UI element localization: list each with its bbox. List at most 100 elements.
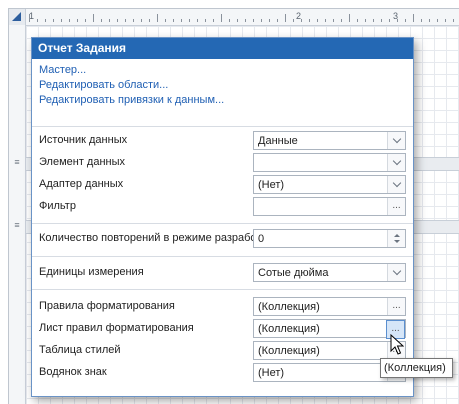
chevron-down-icon[interactable] (387, 154, 405, 171)
formatting-rule-sheet-field[interactable]: (Коллекция) ... (253, 319, 406, 339)
ruler-tick (277, 19, 278, 22)
smart-tag-panel: Отчет Задания Мастер... Редактировать об… (31, 37, 414, 397)
ruler-tick (149, 19, 150, 22)
ruler-tick (85, 19, 86, 22)
ruler-tick (237, 19, 238, 22)
property-label: Правила форматирования (39, 300, 175, 312)
ruler-tick (213, 19, 214, 22)
ruler-tick (165, 19, 166, 22)
ruler-tick (253, 19, 254, 22)
ruler-tick (93, 14, 94, 22)
ruler-tick (189, 19, 190, 22)
divider (32, 223, 413, 224)
ruler-tick (413, 14, 414, 22)
ruler-tick (269, 19, 270, 22)
ruler-tick (77, 19, 78, 22)
datasource-dropdown[interactable]: Данные (253, 131, 406, 150)
ruler-tick (109, 19, 110, 22)
formatting-rules-field[interactable]: (Коллекция) ... (253, 297, 406, 316)
ruler-tick (285, 14, 286, 22)
ruler-tick (293, 19, 294, 22)
ruler-tick (197, 19, 198, 22)
ruler-tick (437, 19, 438, 22)
design-count-spinner[interactable]: 0 (253, 229, 406, 248)
ellipsis-button[interactable]: ... (387, 198, 405, 215)
property-row-formatting-rules: Правила форматирования (Коллекция) ... (32, 296, 413, 318)
ruler-tick (261, 19, 262, 22)
ruler-tick (341, 19, 342, 22)
property-label: Элемент данных (39, 156, 126, 168)
panel-title: Отчет Задания (32, 38, 413, 59)
ruler-corner[interactable] (9, 9, 26, 25)
property-value: (Коллекция) (258, 323, 320, 335)
divider (32, 126, 413, 127)
property-row-adapter: Адаптер данных (Нет) (32, 174, 413, 196)
ruler-tick (317, 19, 318, 22)
ruler-tick (125, 19, 126, 22)
ruler-tick (53, 19, 54, 22)
ruler-tick (61, 19, 62, 22)
ruler-tick (205, 19, 206, 22)
ruler-tick (45, 19, 46, 22)
ruler-tick (381, 19, 382, 22)
ruler-tick (157, 14, 158, 22)
ruler-tick (221, 14, 222, 22)
property-row-datasource: Источник данных Данные (32, 130, 413, 152)
property-row-datamember: Элемент данных (32, 152, 413, 174)
ruler-tick (69, 19, 70, 22)
divider (32, 256, 413, 257)
ruler-tick (117, 19, 118, 22)
ruler-tick (389, 19, 390, 22)
property-row-formatting-rule-sheet: Лист правил форматирования (Коллекция) .… (32, 318, 413, 340)
wizard-link[interactable]: Мастер... (39, 63, 413, 78)
ruler-tick (301, 19, 302, 22)
divider (32, 289, 413, 290)
edit-bands-link[interactable]: Редактировать области... (39, 78, 413, 93)
ruler-tick (229, 19, 230, 22)
property-value: (Коллекция) (258, 345, 320, 357)
units-dropdown[interactable]: Сотые дюйма (253, 263, 406, 282)
spinner-arrows-icon[interactable] (387, 230, 405, 247)
mouse-pointer-icon (390, 334, 404, 355)
ruler-tick (445, 19, 446, 22)
property-label: Фильтр (39, 200, 76, 212)
ruler-tick (453, 19, 454, 22)
property-label: Лист правил форматирования (39, 322, 194, 334)
band-handle-icon: ≡ (14, 157, 20, 167)
property-label: Адаптер данных (39, 178, 124, 190)
property-row-filter: Фильтр ... (32, 196, 413, 218)
action-links: Мастер... Редактировать области... Редак… (32, 59, 413, 108)
ruler-tick (29, 14, 30, 22)
vertical-ruler (9, 25, 26, 404)
ruler-tick (373, 19, 374, 22)
ruler-tick (133, 19, 134, 22)
property-value: (Нет) (258, 367, 285, 379)
ruler-tick (357, 19, 358, 22)
adapter-dropdown[interactable]: (Нет) (253, 175, 406, 194)
ruler-tick (309, 19, 310, 22)
datamember-dropdown[interactable] (253, 153, 406, 172)
property-label: Таблица стилей (39, 344, 121, 356)
ruler-tick (173, 19, 174, 22)
property-value: (Коллекция) (258, 301, 320, 313)
ruler-tick (333, 19, 334, 22)
ruler-tick (245, 19, 246, 22)
chevron-down-icon[interactable] (387, 176, 405, 193)
property-row-design-count: Количество повторений в режиме разработк… (32, 228, 413, 250)
ruler-tick (405, 19, 406, 22)
ruler-tick (397, 19, 398, 22)
edit-bindings-link[interactable]: Редактировать привязки к данным... (39, 93, 413, 108)
ruler-tick (325, 19, 326, 22)
chevron-down-icon[interactable] (387, 132, 405, 149)
band-handle-icon: ≡ (14, 220, 20, 230)
property-label: Источник данных (39, 134, 128, 146)
chevron-down-icon[interactable] (387, 264, 405, 281)
ruler-tick (421, 19, 422, 22)
corner-triangle-icon (12, 12, 21, 21)
horizontal-ruler: 1 2 3 (9, 9, 459, 26)
filter-field[interactable]: ... (253, 197, 406, 216)
property-row-stylesheet: Таблица стилей (Коллекция) ... (32, 340, 413, 362)
ruler-tick (141, 19, 142, 22)
property-label: Водянок знак (39, 366, 107, 378)
ellipsis-button[interactable]: ... (387, 298, 405, 315)
